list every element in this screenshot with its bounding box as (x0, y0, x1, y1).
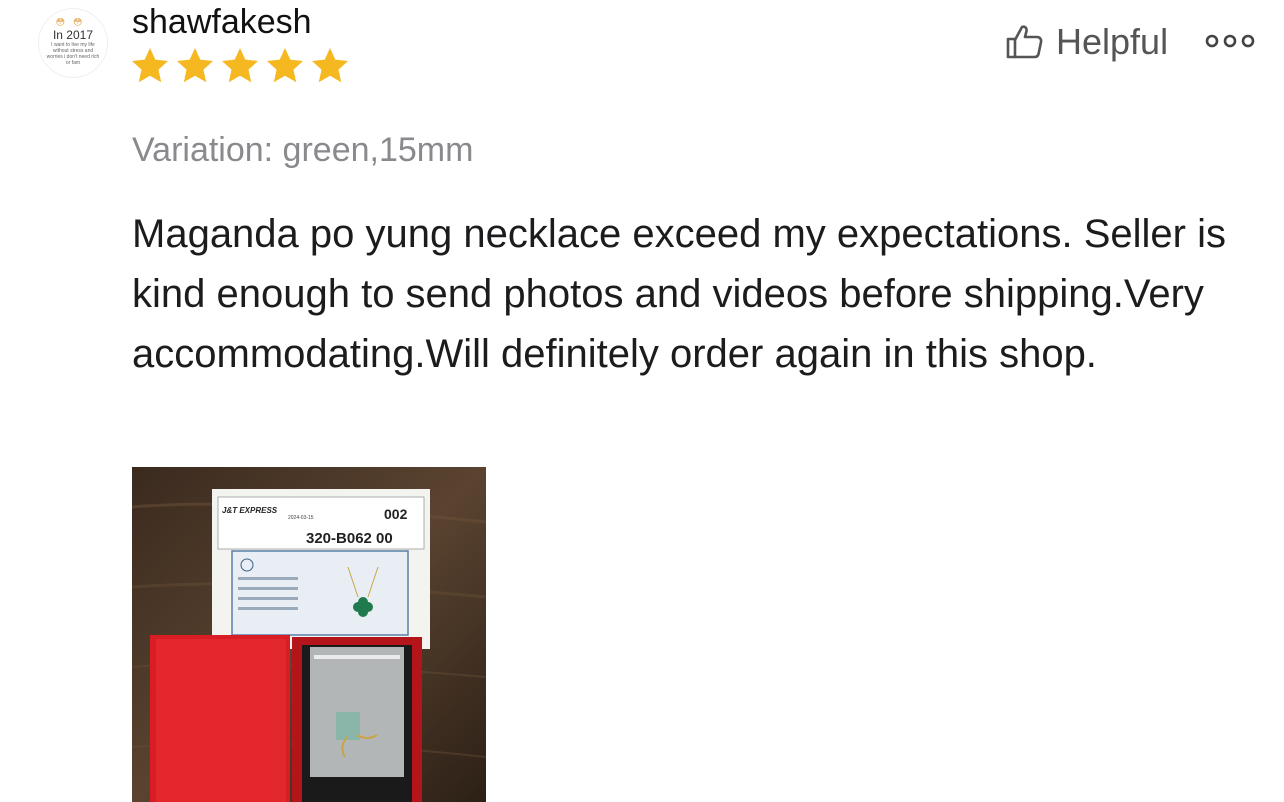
review-text: Maganda po yung necklace exceed my expec… (132, 212, 1226, 376)
more-options-icon[interactable] (1204, 30, 1256, 52)
review-photo-image: J&T EXPRESS 2024-03-15 002 320-B062 00 (132, 467, 486, 802)
star-icon (132, 48, 168, 83)
star-icon (177, 48, 213, 83)
star-rating (130, 46, 350, 86)
avatar-year: In 2017 (52, 28, 94, 42)
avatar[interactable]: 😳😳 In 2017 I want to live my life withou… (38, 8, 108, 78)
thumbs-up-icon (1006, 25, 1043, 59)
avatar-emoji: 😳😳 (55, 17, 91, 27)
star-icon (267, 48, 303, 83)
helpful-label: Helpful (1056, 21, 1169, 62)
variation-label: Variation: green,15mm (132, 131, 474, 169)
label-number: 002 (384, 506, 408, 522)
helpful-button[interactable]: Helpful (1004, 20, 1168, 64)
avatar-caption: I want to live my life without stress an… (46, 42, 100, 66)
shipping-date: 2024-03-15 (288, 515, 314, 521)
star-icon (222, 48, 258, 83)
reviewer-username[interactable]: shawfakesh (132, 2, 312, 42)
star-icon (312, 48, 348, 83)
review-card: 😳😳 In 2017 I want to live my life withou… (0, 0, 1284, 802)
shipping-carrier: J&T EXPRESS (222, 506, 278, 515)
review-photo[interactable]: J&T EXPRESS 2024-03-15 002 320-B062 00 (132, 467, 486, 802)
label-code: 320-B062 00 (306, 530, 393, 547)
